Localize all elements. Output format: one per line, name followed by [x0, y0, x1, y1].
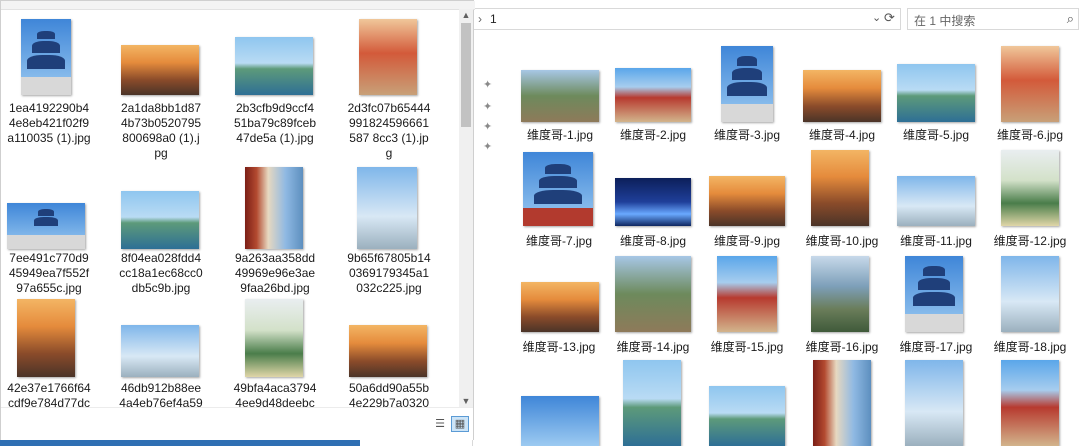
- file-name[interactable]: 维度哥-4.jpg: [802, 128, 882, 143]
- file-thumbnail[interactable]: [521, 396, 599, 446]
- file-thumbnail[interactable]: [1001, 150, 1059, 226]
- file-thumbnail[interactable]: [1001, 256, 1059, 332]
- file-name[interactable]: 维度哥-6.jpg: [990, 128, 1070, 143]
- file-thumbnail[interactable]: [1001, 360, 1059, 446]
- file-thumbnail[interactable]: [245, 299, 303, 377]
- chevron-right-icon: ›: [478, 12, 482, 26]
- explorer-window-right: › 1 ⌄ ⟳ 在 1 中搜索 ⌕ ✦ ✦ ✦ ✦ 维度哥-1.jpg 维度哥-…: [472, 0, 1080, 446]
- file-thumbnail[interactable]: [121, 45, 199, 95]
- file-thumbnail[interactable]: [615, 178, 691, 226]
- file-thumbnail[interactable]: [235, 37, 313, 95]
- search-placeholder: 在 1 中搜索: [914, 14, 976, 28]
- file-thumbnail[interactable]: [905, 256, 963, 332]
- explorer-window-left: 1ea4192290b44e8eb421f02f9a110035 (1).jpg…: [0, 0, 475, 440]
- large-icons-view-icon[interactable]: ▦: [451, 416, 469, 432]
- scroll-thumb[interactable]: [461, 23, 471, 127]
- file-name[interactable]: 7ee491c770d945949ea7f552f97a655c.jpg: [7, 251, 91, 296]
- file-name[interactable]: 1ea4192290b44e8eb421f02f9a110035 (1).jpg: [7, 101, 91, 146]
- status-bar: ☰ ▦: [1, 407, 473, 440]
- file-thumbnail[interactable]: [121, 325, 199, 377]
- file-name[interactable]: 8f04ea028fdd4cc18a1ec68cc0db5c9b.jpg: [119, 251, 203, 296]
- scroll-down-icon[interactable]: ▼: [459, 395, 473, 407]
- file-thumbnail[interactable]: [1001, 46, 1059, 122]
- address-bar[interactable]: › 1 ⌄ ⟳: [473, 8, 901, 30]
- file-name[interactable]: 维度哥-1.jpg: [521, 128, 599, 143]
- vertical-scrollbar[interactable]: ▲ ▼: [459, 9, 473, 407]
- file-name[interactable]: 维度哥-3.jpg: [707, 128, 787, 143]
- navigation-pane: ✦ ✦ ✦ ✦: [473, 36, 507, 446]
- file-thumbnail[interactable]: [721, 46, 773, 122]
- file-thumbnail[interactable]: [121, 191, 199, 249]
- refresh-icon[interactable]: ⟳: [884, 10, 895, 26]
- file-name[interactable]: 维度哥-8.jpg: [613, 234, 693, 249]
- file-thumbnail[interactable]: [709, 176, 785, 226]
- file-name[interactable]: 维度哥-18.jpg: [990, 340, 1070, 355]
- pin-icon[interactable]: ✦: [483, 140, 492, 153]
- file-thumbnail[interactable]: [359, 19, 417, 95]
- file-name[interactable]: 维度哥-17.jpg: [896, 340, 976, 355]
- file-thumbnail[interactable]: [615, 256, 691, 332]
- file-name[interactable]: 维度哥-15.jpg: [707, 340, 787, 355]
- file-name[interactable]: 维度哥-13.jpg: [519, 340, 599, 355]
- details-view-icon[interactable]: ☰: [431, 416, 449, 432]
- file-thumbnail[interactable]: [21, 19, 71, 95]
- file-name[interactable]: 维度哥-14.jpg: [613, 340, 693, 355]
- file-thumbnail[interactable]: [811, 256, 869, 332]
- file-thumbnail[interactable]: [897, 176, 975, 226]
- file-thumbnail[interactable]: [523, 152, 593, 226]
- file-name[interactable]: 维度哥-10.jpg: [802, 234, 882, 249]
- file-thumbnail[interactable]: [17, 299, 75, 377]
- pin-icon[interactable]: ✦: [483, 120, 492, 133]
- file-name[interactable]: 2a1da8bb1d874b73b0520795800698a0 (1).jpg: [119, 101, 203, 161]
- window-top-edge: [1, 1, 475, 10]
- scroll-up-icon[interactable]: ▲: [459, 9, 473, 21]
- file-thumbnail[interactable]: [717, 256, 777, 332]
- search-input[interactable]: 在 1 中搜索 ⌕: [907, 8, 1079, 30]
- file-thumbnail[interactable]: [357, 167, 417, 249]
- file-name[interactable]: 9b65f67805b140369179345a1032c225.jpg: [347, 251, 431, 296]
- file-thumbnail[interactable]: [905, 360, 963, 446]
- file-thumbnail[interactable]: [349, 325, 427, 377]
- file-name[interactable]: 维度哥-11.jpg: [896, 234, 976, 249]
- file-thumbnail[interactable]: [521, 70, 599, 122]
- file-name[interactable]: 维度哥-5.jpg: [896, 128, 976, 143]
- file-name[interactable]: 9a263aa358dd49969e96e3ae9faa26bd.jpg: [233, 251, 317, 296]
- file-thumbnail[interactable]: [245, 167, 303, 249]
- file-thumbnail[interactable]: [709, 386, 785, 446]
- file-thumbnail[interactable]: [623, 360, 681, 446]
- file-name[interactable]: 维度哥-7.jpg: [519, 234, 599, 249]
- search-icon[interactable]: ⌕: [1067, 11, 1074, 27]
- file-thumbnail[interactable]: [811, 150, 869, 226]
- pin-icon[interactable]: ✦: [483, 100, 492, 113]
- file-thumbnail[interactable]: [813, 360, 871, 446]
- file-thumbnail[interactable]: [897, 64, 975, 122]
- file-thumbnail[interactable]: [521, 282, 599, 332]
- pin-icon[interactable]: ✦: [483, 78, 492, 91]
- file-name[interactable]: 维度哥-9.jpg: [707, 234, 787, 249]
- file-name[interactable]: 维度哥-2.jpg: [613, 128, 693, 143]
- address-text: 1: [490, 12, 497, 26]
- file-name[interactable]: 2b3cfb9d9ccf451ba79c89fceb47de5a (1).jpg: [233, 101, 317, 146]
- file-thumbnail[interactable]: [803, 70, 881, 122]
- file-name[interactable]: 维度哥-12.jpg: [990, 234, 1070, 249]
- file-name[interactable]: 维度哥-16.jpg: [802, 340, 882, 355]
- file-name[interactable]: 2d3fc07b65444991824596661587 8cc3 (1).jp…: [347, 101, 431, 161]
- file-thumbnail[interactable]: [7, 203, 85, 249]
- file-thumbnail[interactable]: [615, 68, 691, 122]
- chevron-down-icon[interactable]: ⌄: [872, 11, 881, 24]
